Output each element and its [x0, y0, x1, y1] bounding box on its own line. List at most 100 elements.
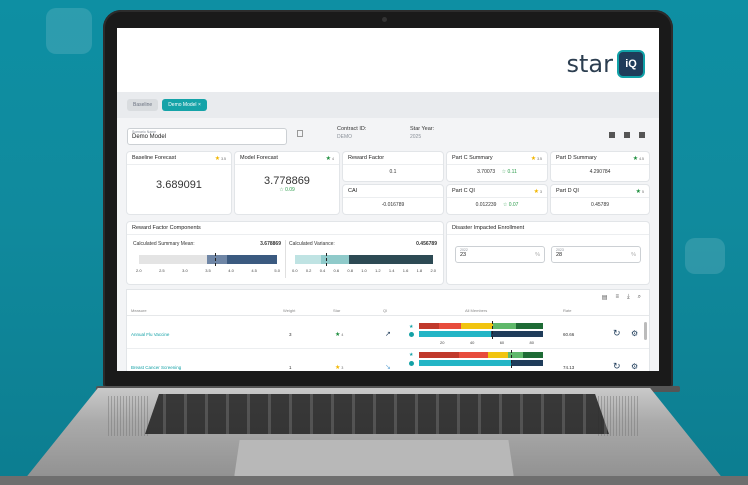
member-dot-icon [409, 332, 414, 337]
year-value: 2025 [410, 134, 422, 140]
card-title: Reward Factor Components [132, 225, 201, 231]
field-value: Demo Model [132, 133, 167, 140]
model-forecast-card: Model Forecast ★4 3.778869 ☆ 0.09 [235, 152, 339, 214]
mean-bar-segment [207, 255, 227, 264]
measures-table: ▤ ≡ ⤓ ⌕ Measure Weight Star QI All Membe… [127, 290, 649, 371]
refresh-icon[interactable]: ↻ [613, 328, 621, 339]
scenario-name-field[interactable]: Scenario Name Demo Model [127, 127, 287, 145]
scrollbar[interactable] [644, 322, 647, 340]
qi-trend-icon: ↗ [385, 331, 391, 338]
columns-icon[interactable]: ▤ [602, 294, 608, 301]
rate-cell: 60.66 [563, 332, 575, 337]
col-header[interactable]: Rate [563, 308, 571, 313]
part-d-qi-card: Part D QI ★5 0.45789 [551, 185, 649, 214]
reward-components-card: Reward Factor Components Calculated Summ… [127, 222, 443, 284]
year-label: Star Year: [410, 126, 435, 132]
variance-bar [295, 253, 433, 266]
tick-label: 0.6 [333, 268, 340, 273]
star-icon: ★ [530, 155, 537, 162]
tick-label: 4.5 [251, 268, 257, 273]
star-rating: 4 [332, 156, 334, 161]
card-title: Model Forecast [240, 155, 278, 161]
gear-icon[interactable]: ⚙ [631, 329, 638, 338]
baseline-forecast-card: Baseline Forecast ★3.5 3.689091 [127, 152, 231, 214]
star-rating: 3.5 [537, 156, 542, 161]
search-icon[interactable]: ⌕ [638, 294, 641, 301]
col-header[interactable]: Measure [131, 308, 147, 313]
scenario-row: Scenario Name Demo Model Contract ID: DE… [127, 124, 649, 148]
contract-value: DEMO [337, 134, 352, 140]
row-divider [127, 348, 649, 349]
tick-label: 1.8 [416, 268, 423, 273]
card-title: Part C Summary [452, 155, 493, 161]
reward-factor-value: 0.1 [389, 169, 397, 175]
star-year: Star Year: 2025 [410, 126, 434, 140]
mean-bar [139, 253, 277, 266]
star-icon: ★ [335, 365, 341, 371]
contract-id: Contract ID: DEMO [337, 126, 366, 140]
col-header[interactable]: QI [383, 308, 387, 313]
star-icon: ★ [533, 188, 540, 195]
tick-label: 1.2 [375, 268, 381, 273]
copy-icon[interactable] [609, 132, 615, 138]
refresh-icon[interactable]: ↻ [613, 361, 621, 371]
enrollment-2022-field[interactable]: 2022 23 % [455, 246, 545, 263]
rate-marker [492, 321, 493, 339]
weight-cell: 1 [289, 365, 292, 370]
card-title: Part D Summary [556, 155, 597, 161]
tick-label: 40 [469, 340, 475, 345]
measure-link[interactable]: Breast Cancer Screening [131, 365, 181, 370]
member-bar [419, 360, 543, 366]
star-icon: ★ [214, 155, 221, 162]
col-header[interactable]: Star [333, 308, 340, 313]
logo-text: star [566, 50, 614, 78]
close-icon[interactable]: × [198, 102, 201, 108]
enrollment-2023-field[interactable]: 2023 28 % [551, 246, 641, 263]
distribution-bar [419, 323, 543, 329]
percent-unit: % [535, 252, 540, 258]
folder-icon[interactable] [639, 132, 645, 138]
laptop-screen: star iQ Baseline Demo Model × Scenario N… [117, 28, 659, 371]
grid-icon[interactable] [624, 132, 630, 138]
measure-link[interactable]: Annual Flu Vaccine [131, 332, 169, 337]
laptop-trackpad [234, 440, 514, 478]
field-value: 28 [556, 252, 563, 258]
tick-label: 0.8 [347, 268, 353, 273]
col-header[interactable]: All Members [465, 308, 487, 313]
tick-label: 2.5 [159, 268, 165, 273]
star-rating: 3 [540, 189, 542, 194]
card-title: Reward Factor [348, 155, 385, 161]
part-d-summary-value: 4.290784 [589, 169, 611, 175]
reward-factor-card: Reward Factor 0.1 [343, 152, 443, 181]
tab-baseline[interactable]: Baseline [127, 99, 159, 111]
col-header[interactable]: Weight [283, 308, 295, 313]
variance-bar-segment [349, 255, 433, 264]
part-c-summary-delta: 0.11 [507, 169, 517, 175]
mean-marker [215, 253, 216, 266]
save-icon[interactable] [297, 130, 303, 137]
download-icon[interactable]: ⤓ [627, 294, 630, 301]
scenario-tabs: Baseline Demo Model × [117, 92, 659, 118]
member-bar [419, 331, 543, 337]
gear-icon[interactable]: ⚙ [631, 362, 638, 371]
tick-label: 60 [499, 340, 505, 345]
star-icon: ★ [335, 332, 341, 338]
variance-axis-ticks: 0.0 0.2 0.4 0.6 0.8 1.0 1.2 1.4 1.6 1.8 … [292, 268, 436, 273]
card-title: Part C QI [452, 188, 475, 194]
distribution-bar [419, 352, 543, 358]
decorative-square [46, 8, 92, 54]
mean-label: Calculated Summary Mean: [133, 241, 195, 247]
part-c-qi-value: 0.012239 [475, 202, 497, 208]
app-header: star iQ [117, 28, 659, 92]
tab-demo-model[interactable]: Demo Model × [162, 99, 207, 111]
tick-label: 2.0 [136, 268, 142, 273]
tab-label: Demo Model [168, 102, 197, 108]
card-title: Part D QI [556, 188, 579, 194]
qi-trend-icon: ↘ [385, 364, 391, 371]
filter-icon[interactable]: ≡ [615, 294, 619, 301]
part-c-summary-value: 3.70073 [477, 169, 496, 175]
star-icon: ★ [409, 352, 414, 358]
star-icon: ★ [325, 155, 332, 162]
decorative-square [685, 238, 725, 274]
tick-label: 5.0 [274, 268, 280, 273]
